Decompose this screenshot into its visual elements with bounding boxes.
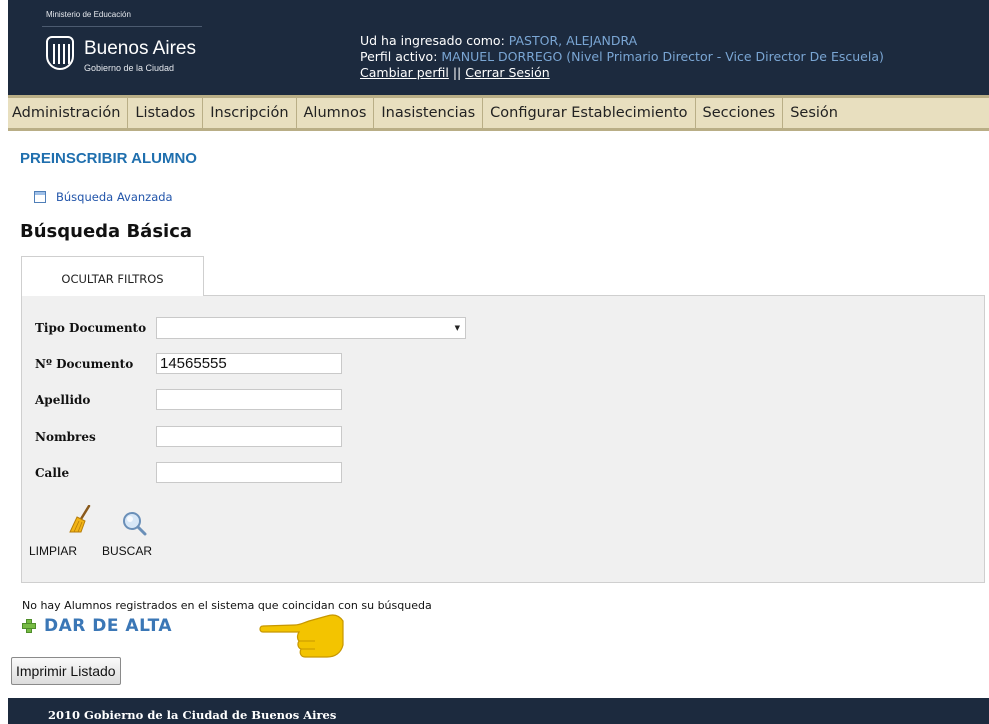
logout-link[interactable]: Cerrar Sesión (465, 65, 549, 80)
profile-line: Perfil activo: MANUEL DORREGO (Nivel Pri… (360, 49, 884, 65)
search-button[interactable]: BUSCAR (102, 544, 152, 558)
broom-icon[interactable] (68, 505, 94, 533)
print-list-button[interactable]: Imprimir Listado (11, 657, 121, 685)
clear-button[interactable]: LIMPIAR (29, 544, 77, 558)
ministry-label: Ministerio de Educación (46, 10, 131, 19)
nro-documento-label: Nº Documento (35, 356, 134, 371)
add-student-link[interactable]: DAR DE ALTA (22, 616, 172, 636)
no-results-message: No hay Alumnos registrados en el sistema… (22, 599, 432, 612)
city-seal-icon (46, 36, 74, 70)
tipo-documento-label: Tipo Documento (35, 321, 147, 335)
add-student-label: DAR DE ALTA (44, 616, 173, 636)
session-info: Ud ha ingresado como: PASTOR, ALEJANDRA … (360, 33, 884, 81)
menu-item-listados[interactable]: Listados (128, 98, 204, 128)
nombres-label: Nombres (35, 429, 96, 444)
row-tipo-documento: Tipo Documento ▼ (35, 317, 466, 339)
main-menu: Administración Listados Inscripción Alum… (8, 95, 989, 131)
advanced-search-label: Búsqueda Avanzada (56, 190, 173, 204)
page-title: PREINSCRIBIR ALUMNO (20, 150, 197, 167)
footer: 2010 Gobierno de la Ciudad de Buenos Air… (8, 698, 989, 724)
menu-item-inasistencias[interactable]: Inasistencias (374, 98, 484, 128)
nro-documento-input[interactable]: 14565555 (156, 353, 342, 374)
magnifier-icon[interactable] (121, 510, 147, 536)
pointing-hand-icon (259, 614, 344, 658)
menu-item-secciones[interactable]: Secciones (696, 98, 784, 128)
row-apellido: Apellido (35, 389, 342, 410)
links-separator: || (448, 65, 466, 80)
plus-icon (22, 619, 36, 633)
footer-text: 2010 Gobierno de la Ciudad de Buenos Air… (48, 708, 337, 722)
row-nombres: Nombres (35, 426, 342, 447)
session-links: Cambiar perfil || Cerrar Sesión (360, 65, 884, 81)
profile-label: Perfil activo: (360, 49, 442, 64)
gcba-logo[interactable]: Ministerio de Educación Buenos Aires Gob… (42, 10, 204, 80)
calle-label: Calle (35, 465, 70, 480)
nombres-input[interactable] (156, 426, 342, 447)
logged-in-user: PASTOR, ALEJANDRA (508, 33, 638, 48)
menu-item-inscripcion[interactable]: Inscripción (203, 98, 297, 128)
menu-item-configurar-establecimiento[interactable]: Configurar Establecimiento (483, 98, 696, 128)
dropdown-arrow-icon: ▼ (454, 324, 460, 332)
section-title: Búsqueda Básica (20, 221, 193, 242)
filters-panel: Tipo Documento ▼ Nº Documento 14565555 A… (21, 295, 985, 583)
apellido-input[interactable] (156, 389, 342, 410)
logo-divider (42, 26, 202, 27)
calendar-icon (34, 191, 46, 203)
brand-subtitle: Gobierno de la Ciudad (84, 63, 175, 73)
brand-name: Buenos Aires (84, 38, 196, 59)
filter-actions: LIMPIAR BUSCAR (27, 502, 187, 562)
header: Ministerio de Educación Buenos Aires Gob… (8, 0, 989, 95)
calle-input[interactable] (156, 462, 342, 483)
row-nro-documento: Nº Documento 14565555 (35, 353, 342, 374)
tipo-documento-select[interactable]: ▼ (156, 317, 466, 339)
menu-item-alumnos[interactable]: Alumnos (297, 98, 375, 128)
apellido-label: Apellido (35, 392, 91, 407)
tab-hide-filters[interactable]: OCULTAR FILTROS (21, 256, 204, 296)
active-profile: MANUEL DORREGO (Nivel Primario Director … (441, 49, 884, 64)
advanced-search-link[interactable]: Búsqueda Avanzada (34, 190, 173, 204)
logged-in-line: Ud ha ingresado como: PASTOR, ALEJANDRA (360, 33, 884, 49)
row-calle: Calle (35, 462, 342, 483)
page: Ministerio de Educación Buenos Aires Gob… (8, 0, 989, 724)
menu-item-administracion[interactable]: Administración (8, 98, 129, 128)
menu-item-sesion[interactable]: Sesión (783, 98, 845, 128)
logged-in-label: Ud ha ingresado como: (360, 33, 509, 48)
change-profile-link[interactable]: Cambiar perfil (360, 65, 449, 80)
